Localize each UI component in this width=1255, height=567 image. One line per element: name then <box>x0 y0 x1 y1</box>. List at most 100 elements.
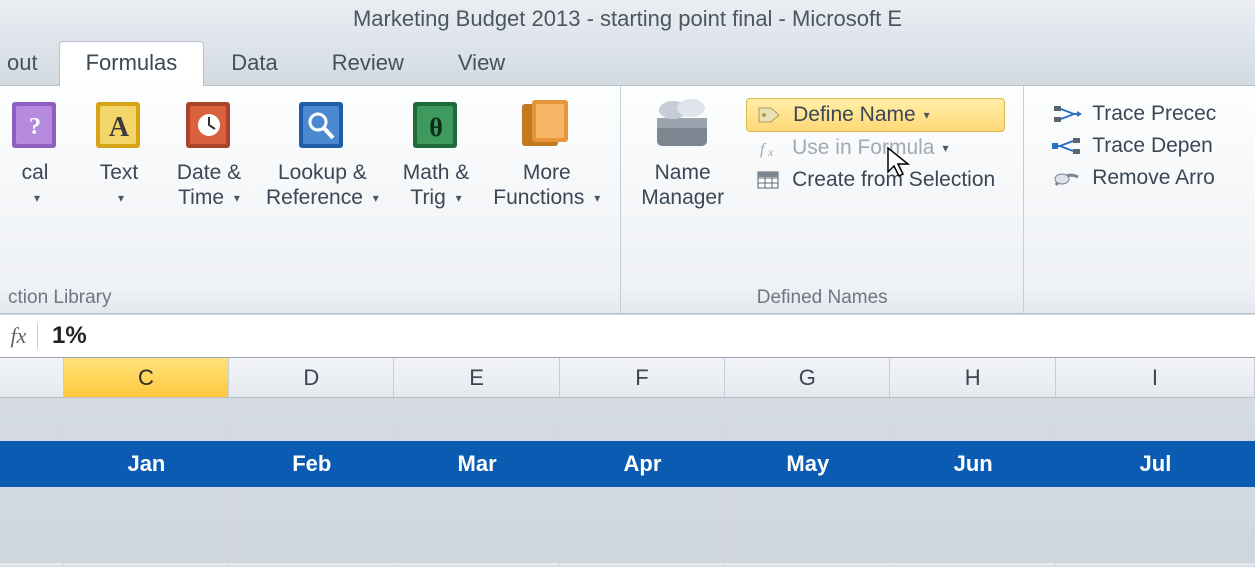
formula-bar: fx 1% <box>0 314 1255 358</box>
chevron-down-icon: ▾ <box>456 191 462 205</box>
group-label-auditing <box>1032 285 1236 313</box>
ribbon: ? cal ▾ A Text ▾ Date & Time ▾ Lookup & … <box>0 86 1255 314</box>
group-defined-names: Name Manager Define Name ▾ fx Use in For… <box>621 86 1024 313</box>
cell[interactable] <box>64 487 229 567</box>
text-icon: A <box>92 96 146 154</box>
name-manager-icon <box>651 96 715 154</box>
group-formula-auditing: Trace Precec Trace Depen Remove Arro <box>1024 86 1244 313</box>
chevron-down-icon: ▾ <box>34 191 40 205</box>
chevron-down-icon: ▾ <box>924 108 930 122</box>
datetime-label2: Time <box>178 186 224 209</box>
column-header[interactable]: C <box>64 358 229 397</box>
fx-button[interactable]: fx <box>0 323 38 349</box>
cell[interactable] <box>0 487 64 567</box>
define-name-label: Define Name <box>793 103 916 127</box>
create-from-selection-button[interactable]: Create from Selection <box>746 164 1005 196</box>
name-manager-label1: Name <box>655 161 711 184</box>
remove-arrows-label: Remove Arro <box>1092 166 1215 190</box>
mathtrig-label1: Math & <box>403 161 470 184</box>
text-label: Text <box>100 161 139 184</box>
mathtrig-label2: Trig <box>410 186 445 209</box>
logical-label: cal <box>22 161 49 184</box>
formula-input[interactable]: 1% <box>38 322 1255 350</box>
cell[interactable]: Jul <box>1056 451 1255 477</box>
group-label-function-library: ction Library <box>8 285 612 313</box>
cell[interactable] <box>229 487 394 567</box>
lookup-button[interactable]: Lookup & Reference ▾ <box>254 92 391 210</box>
more-functions-button[interactable]: More Functions ▾ <box>481 92 612 210</box>
window-title: Marketing Budget 2013 - starting point f… <box>0 0 1255 38</box>
cell[interactable]: Jun <box>890 451 1055 477</box>
cell[interactable] <box>64 398 229 440</box>
cell[interactable]: May <box>725 451 890 477</box>
use-in-formula-button: fx Use in Formula ▾ <box>746 132 1005 164</box>
cell[interactable]: Feb <box>229 451 394 477</box>
cell[interactable] <box>1056 487 1255 567</box>
tab-layout-partial[interactable]: out <box>0 41 59 86</box>
tab-data[interactable]: Data <box>204 41 304 86</box>
column-header[interactable]: G <box>725 358 890 397</box>
ribbon-tabstrip: out Formulas Data Review View <box>0 38 1255 86</box>
datetime-icon <box>182 96 236 154</box>
define-name-button[interactable]: Define Name ▾ <box>746 98 1005 132</box>
trace-precedents-button[interactable]: Trace Precec <box>1042 98 1226 130</box>
cell[interactable] <box>890 398 1055 440</box>
trace-dependents-label: Trace Depen <box>1092 134 1213 158</box>
chevron-down-icon: ▾ <box>373 191 379 205</box>
svg-text:?: ? <box>29 114 41 140</box>
cell[interactable]: Jan <box>64 451 229 477</box>
cell[interactable] <box>725 487 890 567</box>
datetime-label1: Date & <box>177 161 241 184</box>
column-header[interactable]: E <box>394 358 559 397</box>
column-header-blank[interactable] <box>0 358 64 397</box>
cell[interactable] <box>725 398 890 440</box>
mathtrig-icon: θ <box>409 96 463 154</box>
cell[interactable] <box>1056 398 1255 440</box>
mathtrig-button[interactable]: θ Math & Trig ▾ <box>391 92 482 210</box>
svg-text:θ: θ <box>429 113 443 142</box>
cell[interactable] <box>890 487 1055 567</box>
cell[interactable]: Mar <box>394 451 559 477</box>
cell[interactable] <box>560 487 725 567</box>
trace-dependents-button[interactable]: Trace Depen <box>1042 130 1226 162</box>
month-header-row: Jan Feb Mar Apr May Jun Jul <box>0 441 1255 487</box>
logical-button[interactable]: ? cal ▾ <box>8 92 74 210</box>
lookup-icon <box>295 96 349 154</box>
cell[interactable] <box>560 398 725 440</box>
column-header[interactable]: F <box>560 358 725 397</box>
logical-icon: ? <box>8 96 62 154</box>
group-function-library: ? cal ▾ A Text ▾ Date & Time ▾ Lookup & … <box>0 86 621 313</box>
cell[interactable] <box>0 398 64 440</box>
tab-view[interactable]: View <box>431 41 532 86</box>
lookup-label2: Reference <box>266 186 363 209</box>
text-button[interactable]: A Text ▾ <box>74 92 164 210</box>
defined-names-commands: Define Name ▾ fx Use in Formula ▾ Create… <box>736 92 1015 202</box>
cell[interactable] <box>229 398 394 440</box>
datetime-button[interactable]: Date & Time ▾ <box>164 92 254 210</box>
svg-text:f: f <box>760 141 767 158</box>
tab-formulas[interactable]: Formulas <box>59 41 205 86</box>
tab-review[interactable]: Review <box>305 41 431 86</box>
lookup-label1: Lookup & <box>278 161 367 184</box>
chevron-down-icon: ▾ <box>234 191 240 205</box>
trace-precedents-label: Trace Precec <box>1092 102 1216 126</box>
column-header[interactable]: H <box>890 358 1055 397</box>
remove-arrows-button[interactable]: Remove Arro <box>1042 162 1226 194</box>
chevron-down-icon: ▾ <box>118 191 124 205</box>
name-manager-button[interactable]: Name Manager <box>629 92 736 210</box>
trace-dependents-icon <box>1052 135 1082 157</box>
cell[interactable]: Apr <box>560 451 725 477</box>
sheet-row <box>0 487 1255 567</box>
cell[interactable] <box>394 398 559 440</box>
create-from-selection-label: Create from Selection <box>792 168 995 192</box>
remove-arrows-icon <box>1052 167 1082 189</box>
column-header[interactable]: I <box>1056 358 1255 397</box>
column-header[interactable]: D <box>229 358 394 397</box>
tag-icon <box>757 104 783 126</box>
name-manager-label2: Manager <box>641 186 724 209</box>
trace-precedents-icon <box>1052 103 1082 125</box>
column-headers: C D E F G H I <box>0 358 1255 398</box>
more-functions-icon <box>520 96 574 154</box>
more-label2: Functions <box>493 186 584 209</box>
cell[interactable] <box>394 487 559 567</box>
